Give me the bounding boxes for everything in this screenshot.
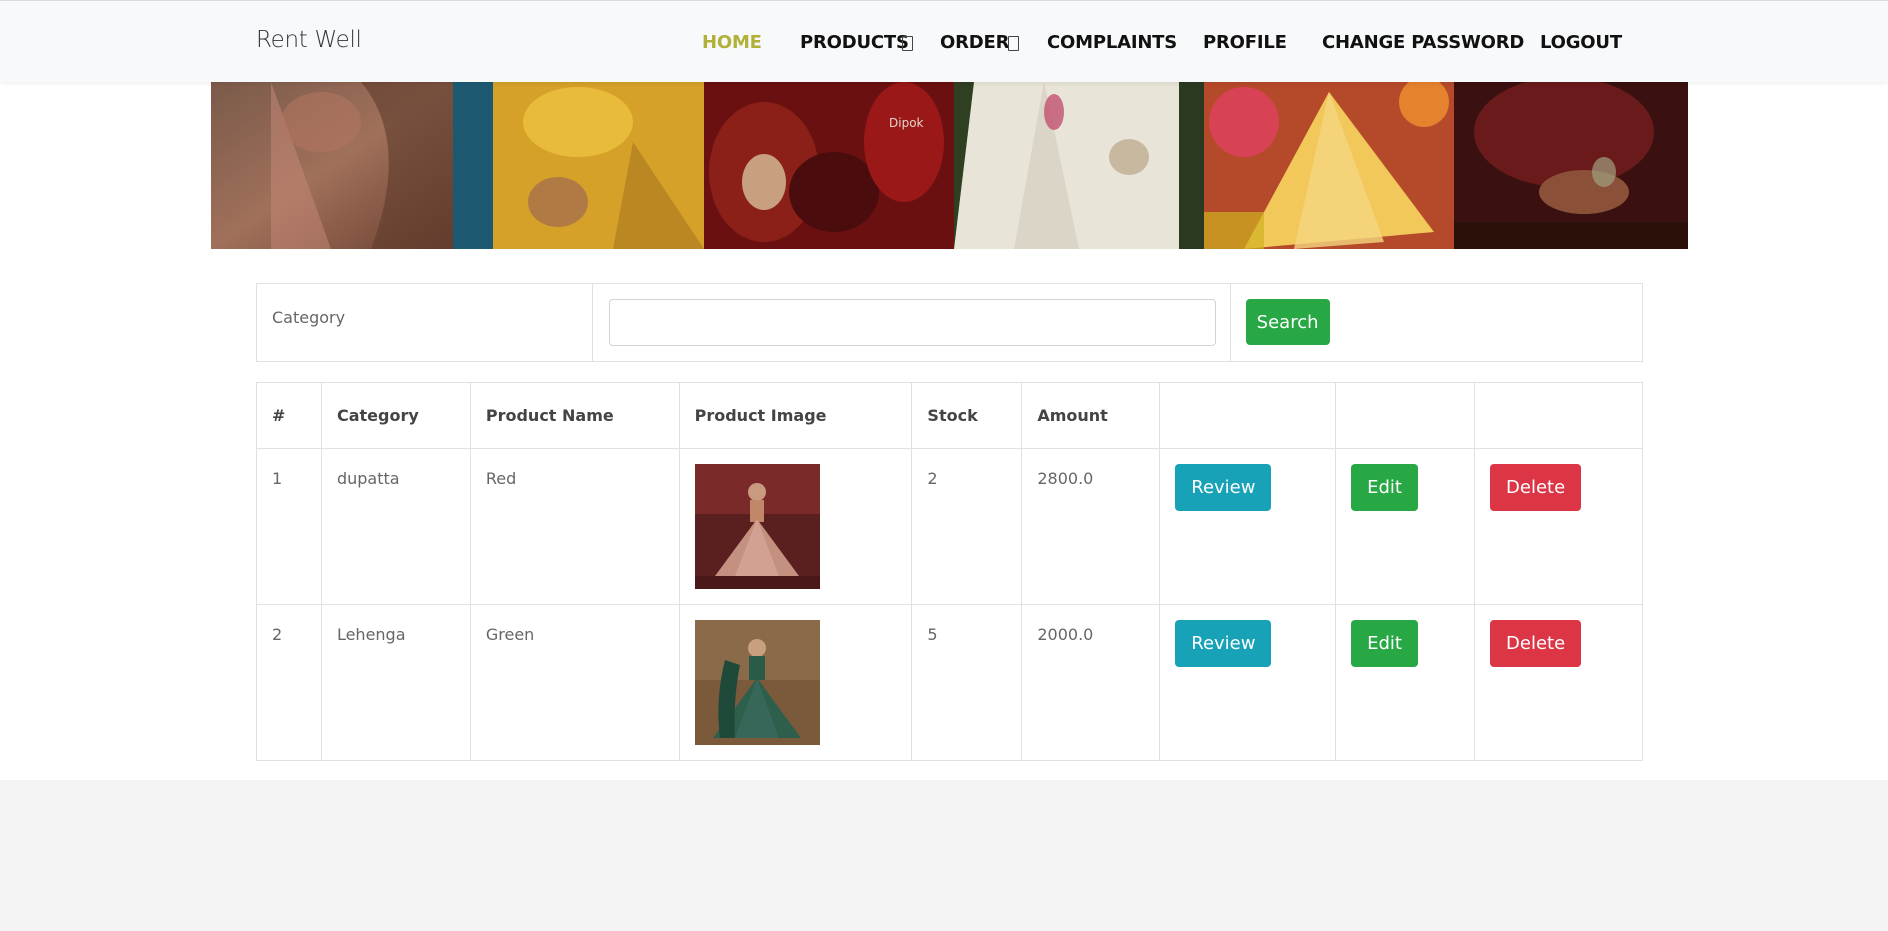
table-row: 1 dupatta Red 2 2800.0 Review Edit Delet… [256, 448, 1643, 605]
category-search-input[interactable] [608, 299, 1216, 346]
table-header-row: # Category Product Name Product Image St… [256, 382, 1643, 449]
delete-button[interactable]: Delete [1490, 620, 1582, 667]
nav-home[interactable]: HOME [702, 32, 762, 53]
nav-logout[interactable]: LOGOUT [1540, 32, 1622, 53]
products-table: # Category Product Name Product Image St… [256, 382, 1643, 761]
search-panel: Category Search [256, 283, 1643, 362]
nav-change-password[interactable]: CHANGE PASSWORD [1322, 32, 1524, 53]
brand-logo[interactable]: Rent Well [256, 27, 362, 53]
table-row: 2 Lehenga Green 5 2000.0 Review Edit Del… [256, 604, 1643, 761]
review-button[interactable]: Review [1175, 464, 1272, 511]
nav-order[interactable]: ORDER [940, 32, 1009, 53]
col-header-product-image: Product Image [678, 382, 913, 449]
search-button-cell: Search [1231, 284, 1642, 361]
col-header-index: # [256, 382, 322, 449]
footer-area [0, 780, 1888, 931]
green-lehenga-photo[interactable] [694, 620, 820, 745]
cell-stock: 5 [911, 604, 1023, 761]
cell-review: Review [1159, 604, 1337, 761]
col-header-category: Category [320, 382, 471, 449]
col-header-edit [1335, 382, 1476, 449]
nav-profile[interactable]: PROFILE [1203, 32, 1287, 53]
cell-delete: Delete [1474, 604, 1643, 761]
cell-index: 1 [256, 448, 322, 605]
search-label-cell: Category [257, 284, 593, 361]
maroon-bridal-photo [1454, 82, 1688, 249]
watermark-text: Dipok [889, 116, 924, 130]
cell-edit: Edit [1335, 604, 1476, 761]
top-navbar: Rent Well HOME PRODUCTS ORDER COMPLAINTS… [0, 0, 1888, 82]
col-header-stock: Stock [911, 382, 1023, 449]
yellow-dress-photo [1204, 82, 1454, 249]
cell-amount: 2800.0 [1021, 448, 1161, 605]
col-header-review [1159, 382, 1337, 449]
red-lehenga-photo[interactable] [694, 464, 820, 589]
banner-collage: Dipok [211, 82, 1688, 249]
delete-button[interactable]: Delete [1490, 464, 1582, 511]
cell-index: 2 [256, 604, 322, 761]
search-input-cell [593, 284, 1231, 361]
review-button[interactable]: Review [1175, 620, 1272, 667]
cell-review: Review [1159, 448, 1337, 605]
cell-product-name: Green [469, 604, 680, 761]
category-label: Category [272, 308, 346, 327]
order-dropdown-icon[interactable] [1008, 36, 1019, 51]
cell-product-image [678, 604, 913, 761]
edit-button[interactable]: Edit [1351, 620, 1418, 667]
cell-stock: 2 [911, 448, 1023, 605]
cell-category: dupatta [320, 448, 471, 605]
search-button[interactable]: Search [1245, 299, 1330, 345]
col-header-delete [1474, 382, 1643, 449]
saree-photo [211, 82, 453, 249]
edit-button[interactable]: Edit [1351, 464, 1418, 511]
nav-complaints[interactable]: COMPLAINTS [1047, 32, 1177, 53]
bridal-hands-photo: Dipok [704, 82, 954, 249]
nav-products[interactable]: PRODUCTS [800, 32, 909, 53]
col-header-product-name: Product Name [469, 382, 680, 449]
cell-category: Lehenga [320, 604, 471, 761]
products-dropdown-icon[interactable] [902, 36, 913, 51]
cell-edit: Edit [1335, 448, 1476, 605]
cell-amount: 2000.0 [1021, 604, 1161, 761]
cell-delete: Delete [1474, 448, 1643, 605]
cell-product-name: Red [469, 448, 680, 605]
yellow-lehenga-photo [453, 82, 704, 249]
col-header-amount: Amount [1021, 382, 1161, 449]
cell-product-image [678, 448, 913, 605]
white-lehenga-photo [954, 82, 1204, 249]
